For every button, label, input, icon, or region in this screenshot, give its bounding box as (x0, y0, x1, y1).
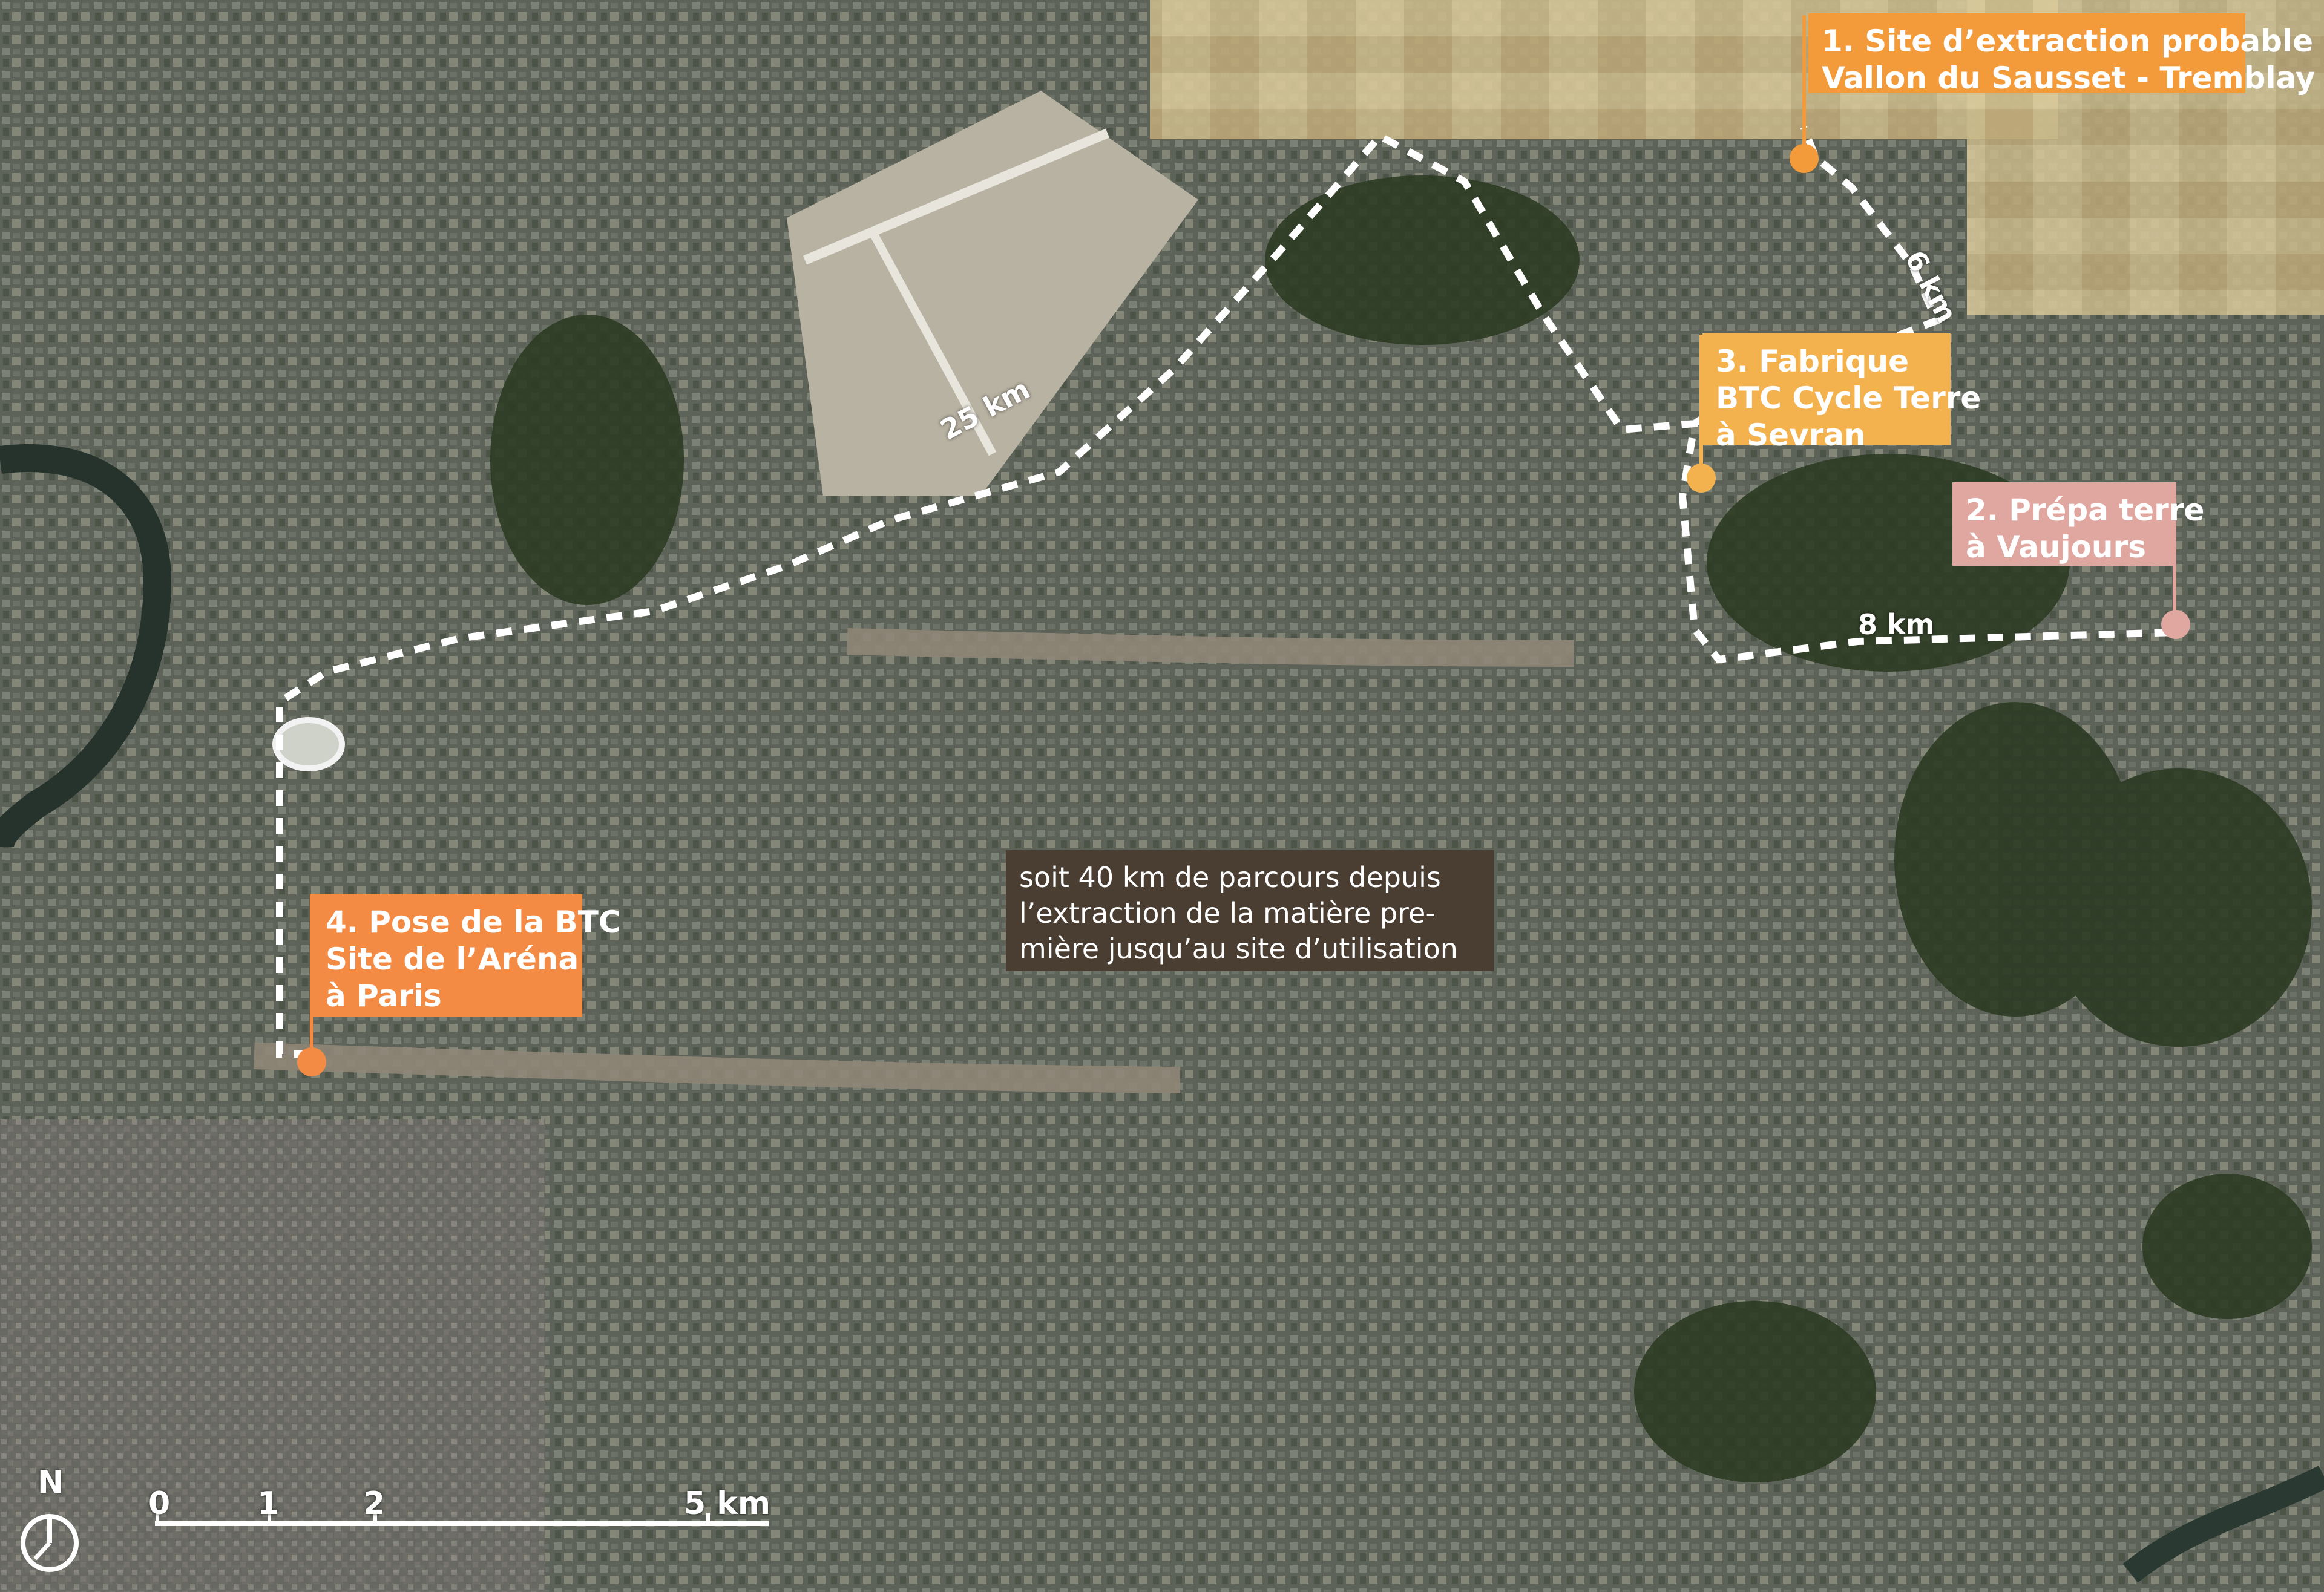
scale-label-2: 2 (363, 1486, 386, 1522)
site-2-marker[interactable] (2161, 610, 2190, 639)
scale-label-5km: 5 km (684, 1486, 771, 1522)
distance-label-8km: 8 km (1858, 608, 1935, 641)
site-3-line-3: à Sevran (1716, 418, 1866, 453)
site-4-line-2: Site de l’Aréna (326, 942, 579, 977)
site-3-line-1: 3. Fabrique (1716, 344, 1909, 379)
scale-label-0: 0 (148, 1486, 171, 1522)
site-2-line-1: 2. Prépa terre (1966, 493, 2205, 528)
summary-line-2: l’extraction de la matière pre- (1019, 897, 1436, 929)
site-2-line-2: à Vaujours (1966, 529, 2146, 565)
site-1-line-1: 1. Site d’extraction probable (1822, 24, 2314, 59)
route-summary-box: soit 40 km de parcours depuis l’extracti… (1006, 850, 1494, 971)
site-3-marker[interactable] (1687, 464, 1716, 493)
summary-line-1: soit 40 km de parcours depuis (1019, 861, 1441, 894)
site-1-marker[interactable] (1790, 144, 1819, 173)
summary-line-3: mière jusqu’au site d’utilisation (1019, 932, 1458, 965)
scale-label-1: 1 (257, 1486, 280, 1522)
site-4-label: 4. Pose de la BTC Site de l’Aréna à Pari… (312, 894, 621, 1017)
north-label: N (38, 1464, 64, 1501)
site-4-line-1: 4. Pose de la BTC (326, 905, 621, 940)
stade-de-france (272, 717, 345, 771)
satellite-map[interactable] (0, 0, 2324, 1592)
site-2-label: 2. Prépa terre à Vaujours (1952, 482, 2205, 566)
site-4-line-3: à Paris (326, 978, 442, 1014)
site-1-line-2: Vallon du Sausset - Tremblay (1822, 61, 2316, 96)
site-4-marker[interactable] (297, 1047, 326, 1076)
site-1-label: 1. Site d’extraction probable Vallon du … (1808, 13, 2315, 96)
site-3-label: 3. Fabrique BTC Cycle Terre à Sevran (1702, 333, 1981, 453)
site-3-line-2: BTC Cycle Terre (1716, 381, 1981, 416)
